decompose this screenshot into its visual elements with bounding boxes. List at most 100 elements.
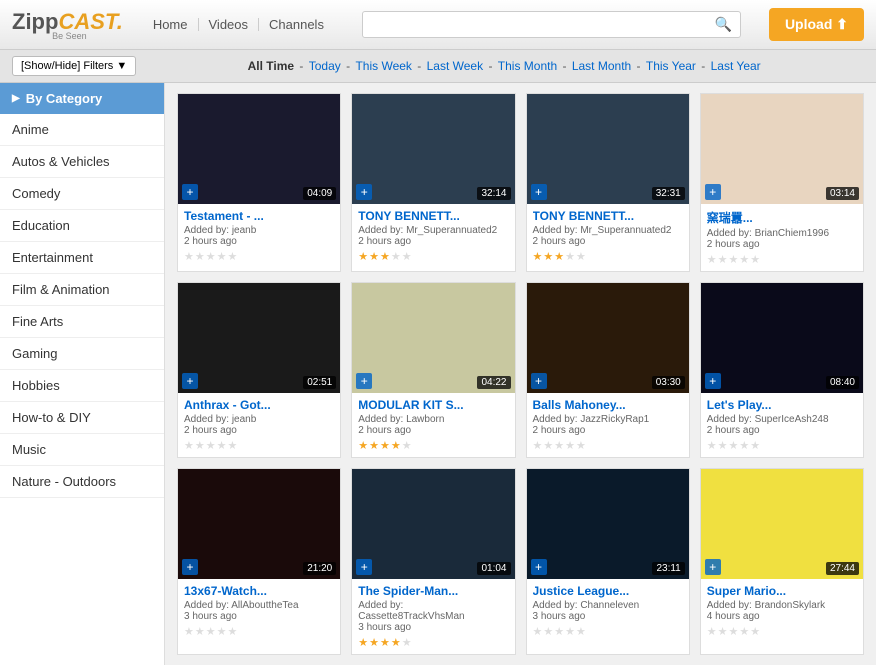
filter-all-time[interactable]: All Time xyxy=(248,59,294,73)
add-to-playlist-button[interactable]: + xyxy=(705,184,721,200)
filter-last-year[interactable]: Last Year xyxy=(711,59,761,73)
video-info: 13x67-Watch... Added by: AllAbouttheTea … xyxy=(178,579,340,643)
video-stars: ★★★★★ xyxy=(533,439,683,452)
video-thumbnail[interactable]: + 21:20 xyxy=(178,469,340,579)
star-icon: ★ xyxy=(543,439,553,452)
filter-last-week[interactable]: Last Week xyxy=(427,59,483,73)
star-icon: ★ xyxy=(206,439,216,452)
video-title[interactable]: Anthrax - Got... xyxy=(184,398,334,412)
star-icon: ★ xyxy=(206,250,216,263)
video-title[interactable]: Justice League... xyxy=(533,584,683,598)
sidebar-item-anime[interactable]: Anime xyxy=(0,114,164,146)
nav-home[interactable]: Home xyxy=(143,18,199,31)
search-icon[interactable]: 🔍 xyxy=(715,16,732,33)
sidebar-item-education[interactable]: Education xyxy=(0,210,164,242)
video-stars: ★★★★★ xyxy=(533,250,683,263)
video-title[interactable]: 窯瑞囂... xyxy=(707,209,857,226)
video-title[interactable]: MODULAR KIT S... xyxy=(358,398,508,412)
video-info: TONY BENNETT... Added by: Mr_Superannuat… xyxy=(527,204,689,268)
add-to-playlist-button[interactable]: + xyxy=(531,184,547,200)
sidebar-item-hobbies[interactable]: Hobbies xyxy=(0,370,164,402)
video-title[interactable]: The Spider-Man... xyxy=(358,584,508,598)
time-ago: 3 hours ago xyxy=(358,622,508,633)
star-icon: ★ xyxy=(228,625,238,638)
video-thumbnail[interactable]: + 32:14 xyxy=(352,94,514,204)
video-meta: Added by: jeanb 2 hours ago xyxy=(184,225,334,247)
video-card: + 03:14 窯瑞囂... Added by: BrianChiem1996 … xyxy=(700,93,864,272)
video-thumbnail[interactable]: + 27:44 xyxy=(701,469,863,579)
time-ago: 2 hours ago xyxy=(533,425,683,436)
added-by: Added by: jeanb xyxy=(184,414,334,425)
time-ago: 2 hours ago xyxy=(184,425,334,436)
add-to-playlist-button[interactable]: + xyxy=(531,373,547,389)
sidebar-item-entertainment[interactable]: Entertainment xyxy=(0,242,164,274)
filter-toggle-button[interactable]: [Show/Hide] Filters ▼ xyxy=(12,56,136,76)
star-icon: ★ xyxy=(565,625,575,638)
video-title[interactable]: Let's Play... xyxy=(707,398,857,412)
filter-last-month[interactable]: Last Month xyxy=(572,59,631,73)
sidebar-item-film---animation[interactable]: Film & Animation xyxy=(0,274,164,306)
video-title[interactable]: TONY BENNETT... xyxy=(358,209,508,223)
time-ago: 2 hours ago xyxy=(358,236,508,247)
add-to-playlist-button[interactable]: + xyxy=(705,559,721,575)
star-icon: ★ xyxy=(195,250,205,263)
video-card: + 03:30 Balls Mahoney... Added by: JazzR… xyxy=(526,282,690,458)
video-title[interactable]: Super Mario... xyxy=(707,584,857,598)
video-thumbnail[interactable]: + 03:30 xyxy=(527,283,689,393)
video-grid: + 04:09 Testament - ... Added by: jeanb … xyxy=(177,93,864,655)
sidebar-item-autos---vehicles[interactable]: Autos & Vehicles xyxy=(0,146,164,178)
sidebar-item-how-to---diy[interactable]: How-to & DIY xyxy=(0,402,164,434)
video-meta: Added by: Channeleven 3 hours ago xyxy=(533,600,683,622)
filter-this-month[interactable]: This Month xyxy=(498,59,557,73)
added-by: Added by: Mr_Superannuated2 xyxy=(358,225,508,236)
add-to-playlist-button[interactable]: + xyxy=(182,559,198,575)
filter-this-week[interactable]: This Week xyxy=(355,59,411,73)
star-icon: ★ xyxy=(739,625,749,638)
search-input[interactable] xyxy=(371,17,715,32)
filter-today[interactable]: Today xyxy=(309,59,341,73)
video-title[interactable]: TONY BENNETT... xyxy=(533,209,683,223)
upload-button[interactable]: Upload ⬆ xyxy=(769,8,864,41)
sidebar-item-music[interactable]: Music xyxy=(0,434,164,466)
added-by: Added by: SuperIceAsh248 xyxy=(707,414,857,425)
sidebar-item-nature---outdoors[interactable]: Nature - Outdoors xyxy=(0,466,164,498)
filter-bar: [Show/Hide] Filters ▼ All Time - Today -… xyxy=(0,50,876,83)
video-thumbnail[interactable]: + 01:04 xyxy=(352,469,514,579)
add-to-playlist-button[interactable]: + xyxy=(356,559,372,575)
video-thumbnail[interactable]: + 32:31 xyxy=(527,94,689,204)
add-to-playlist-button[interactable]: + xyxy=(705,373,721,389)
nav-videos[interactable]: Videos xyxy=(199,18,260,31)
star-icon: ★ xyxy=(402,636,412,649)
video-duration: 03:14 xyxy=(826,187,859,200)
video-info: Anthrax - Got... Added by: jeanb 2 hours… xyxy=(178,393,340,457)
nav-channels[interactable]: Channels xyxy=(259,18,334,31)
star-icon: ★ xyxy=(228,250,238,263)
add-to-playlist-button[interactable]: + xyxy=(356,373,372,389)
video-title[interactable]: Balls Mahoney... xyxy=(533,398,683,412)
star-icon: ★ xyxy=(369,636,379,649)
video-info: Justice League... Added by: Channeleven … xyxy=(527,579,689,643)
video-thumbnail[interactable]: + 23:11 xyxy=(527,469,689,579)
star-icon: ★ xyxy=(554,439,564,452)
add-to-playlist-button[interactable]: + xyxy=(356,184,372,200)
add-to-playlist-button[interactable]: + xyxy=(182,373,198,389)
video-thumbnail[interactable]: + 08:40 xyxy=(701,283,863,393)
video-title[interactable]: Testament - ... xyxy=(184,209,334,223)
star-icon: ★ xyxy=(217,250,227,263)
video-info: Testament - ... Added by: jeanb 2 hours … xyxy=(178,204,340,268)
video-thumbnail[interactable]: + 03:14 xyxy=(701,94,863,204)
star-icon: ★ xyxy=(184,250,194,263)
video-thumbnail[interactable]: + 04:09 xyxy=(178,94,340,204)
video-title[interactable]: 13x67-Watch... xyxy=(184,584,334,598)
filter-this-year[interactable]: This Year xyxy=(646,59,696,73)
sidebar-item-fine-arts[interactable]: Fine Arts xyxy=(0,306,164,338)
add-to-playlist-button[interactable]: + xyxy=(531,559,547,575)
sidebar-item-gaming[interactable]: Gaming xyxy=(0,338,164,370)
video-thumbnail[interactable]: + 02:51 xyxy=(178,283,340,393)
star-icon: ★ xyxy=(184,625,194,638)
video-card: + 08:40 Let's Play... Added by: SuperIce… xyxy=(700,282,864,458)
video-duration: 32:14 xyxy=(477,187,510,200)
video-thumbnail[interactable]: + 04:22 xyxy=(352,283,514,393)
sidebar-item-comedy[interactable]: Comedy xyxy=(0,178,164,210)
add-to-playlist-button[interactable]: + xyxy=(182,184,198,200)
